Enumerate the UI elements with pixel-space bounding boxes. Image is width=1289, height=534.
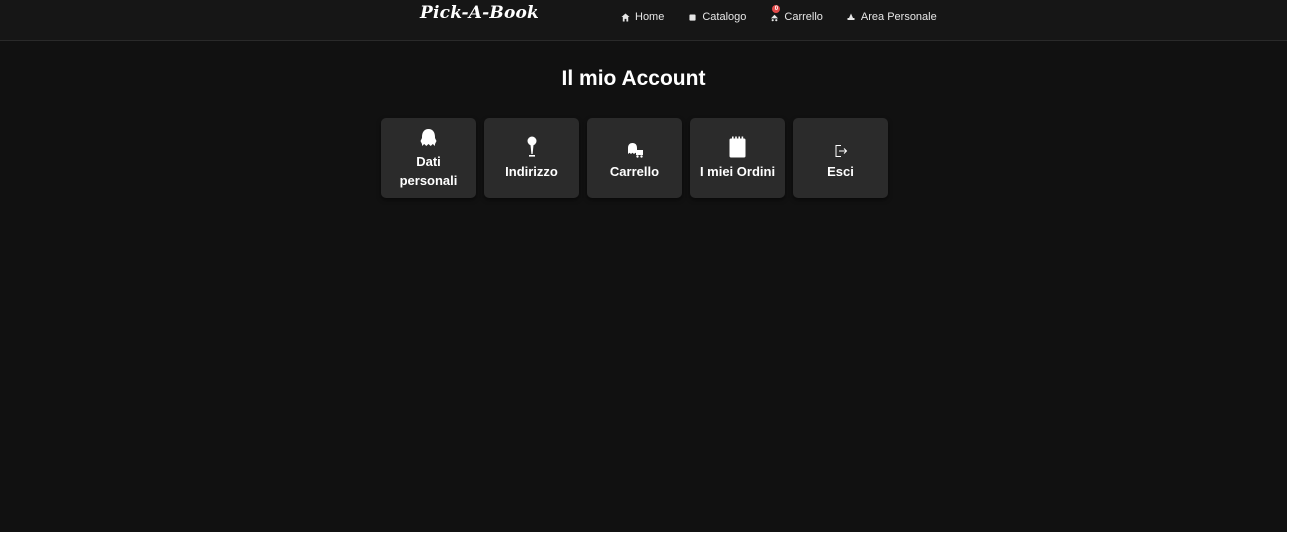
logout-icon [834, 136, 848, 158]
card-i-miei-ordini-label: I miei Ordini [699, 163, 776, 179]
nav-home[interactable]: Home [620, 11, 664, 23]
nav-home-label: Home [635, 11, 665, 23]
nav-area-personale-label: Area Personale [860, 11, 937, 23]
map-pin-icon [526, 136, 538, 158]
app-frame: Pick-A-Book Home Catalogo 0 Carrello Are… [0, 0, 1287, 532]
top-navbar: Pick-A-Book Home Catalogo 0 Carrello Are… [0, 0, 1287, 41]
brand-logo[interactable]: Pick-A-Book [420, 3, 539, 23]
user-icon [846, 12, 856, 22]
card-carrello[interactable]: Carrello [587, 118, 682, 198]
card-dati-personali-label: Dati personali [399, 154, 458, 188]
nav-carrello[interactable]: 0 Carrello [769, 5, 823, 23]
card-dati-personali[interactable]: Dati personali [381, 118, 476, 198]
nav-catalogo[interactable]: Catalogo [687, 11, 746, 23]
notepad-icon [729, 136, 746, 158]
nav-carrello-label: Carrello [784, 11, 823, 23]
home-icon [620, 12, 630, 22]
cart-icon [626, 136, 644, 158]
nav-links: Home Catalogo 0 Carrello Area Personale [620, 5, 960, 23]
nav-catalogo-label: Catalogo [702, 11, 747, 23]
card-esci-label: Esci [827, 163, 854, 179]
card-i-miei-ordini[interactable]: I miei Ordini [690, 118, 785, 198]
nav-area-personale[interactable]: Area Personale [846, 11, 937, 23]
card-carrello-label: Carrello [609, 163, 660, 179]
card-indirizzo-label: Indirizzo [505, 163, 558, 179]
ghost-icon [420, 126, 437, 148]
cart-icon [769, 12, 779, 22]
book-icon [687, 12, 697, 22]
card-esci[interactable]: Esci [793, 118, 888, 198]
page-title: Il mio Account [561, 67, 706, 90]
card-indirizzo[interactable]: Indirizzo [484, 118, 579, 198]
account-cards: Dati personali Indirizzo Carrello I miei… [381, 118, 896, 198]
